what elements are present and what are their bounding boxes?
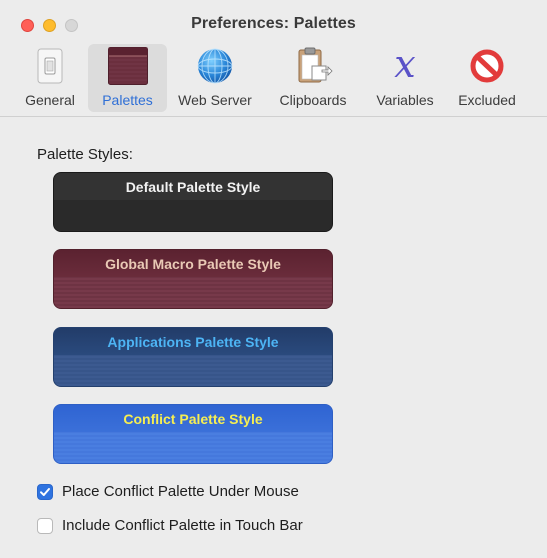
toolbar-clipboards-label: Clipboards	[279, 92, 347, 108]
include-touch-bar-checkbox[interactable]	[37, 517, 53, 534]
switch-icon	[30, 46, 70, 86]
title-bar: Preferences: Palettes	[0, 0, 547, 44]
conflict-palette-style-swatch[interactable]: Conflict Palette Style	[53, 404, 333, 464]
toolbar-palettes-label: Palettes	[102, 92, 153, 108]
clipboard-icon	[293, 46, 333, 86]
globe-icon	[195, 46, 235, 86]
toolbar-web-server-label: Web Server	[178, 92, 252, 108]
palettes-pane: Palette Styles: Default Palette Style Gl…	[0, 117, 547, 558]
window-title: Preferences: Palettes	[191, 15, 356, 32]
toolbar-excluded[interactable]: Excluded	[447, 44, 527, 112]
conflict-palette-style-label: Conflict Palette Style	[54, 405, 332, 432]
palette-swatch-icon	[107, 46, 148, 86]
conflict-palette-style-body	[54, 432, 332, 463]
palette-styles-heading: Palette Styles:	[37, 146, 133, 163]
include-touch-bar-label: Include Conflict Palette in Touch Bar	[62, 517, 303, 534]
toolbar-general[interactable]: General	[16, 44, 84, 112]
place-under-mouse-label: Place Conflict Palette Under Mouse	[62, 483, 299, 500]
preferences-toolbar: General Palettes Web Server Clipboards x…	[0, 44, 547, 116]
checkmark-icon	[40, 487, 50, 496]
include-touch-bar-option[interactable]: Include Conflict Palette in Touch Bar	[37, 517, 303, 534]
toolbar-palettes[interactable]: Palettes	[88, 44, 167, 112]
toolbar-web-server[interactable]: Web Server	[167, 44, 263, 112]
applications-palette-style-swatch[interactable]: Applications Palette Style	[53, 327, 333, 387]
toolbar-variables[interactable]: x Variables	[363, 44, 447, 112]
applications-palette-style-body	[54, 355, 332, 386]
default-palette-style-label: Default Palette Style	[54, 173, 332, 201]
toolbar-excluded-label: Excluded	[458, 92, 516, 108]
default-palette-style-body	[54, 200, 332, 231]
svg-text:x: x	[394, 46, 415, 86]
toolbar-variables-label: Variables	[376, 92, 434, 108]
prohibited-icon	[467, 46, 507, 86]
place-under-mouse-checkbox[interactable]	[37, 483, 53, 500]
global-macro-palette-style-body	[54, 277, 332, 308]
default-palette-style-swatch[interactable]: Default Palette Style	[53, 172, 333, 232]
global-macro-palette-style-label: Global Macro Palette Style	[54, 250, 332, 278]
applications-palette-style-label: Applications Palette Style	[54, 328, 332, 355]
toolbar-clipboards[interactable]: Clipboards	[263, 44, 363, 112]
place-under-mouse-option[interactable]: Place Conflict Palette Under Mouse	[37, 483, 299, 500]
preferences-window: Preferences: Palettes General Palettes W…	[0, 0, 547, 558]
variable-x-icon: x	[385, 46, 425, 86]
toolbar-general-label: General	[25, 92, 75, 108]
global-macro-palette-style-swatch[interactable]: Global Macro Palette Style	[53, 249, 333, 309]
